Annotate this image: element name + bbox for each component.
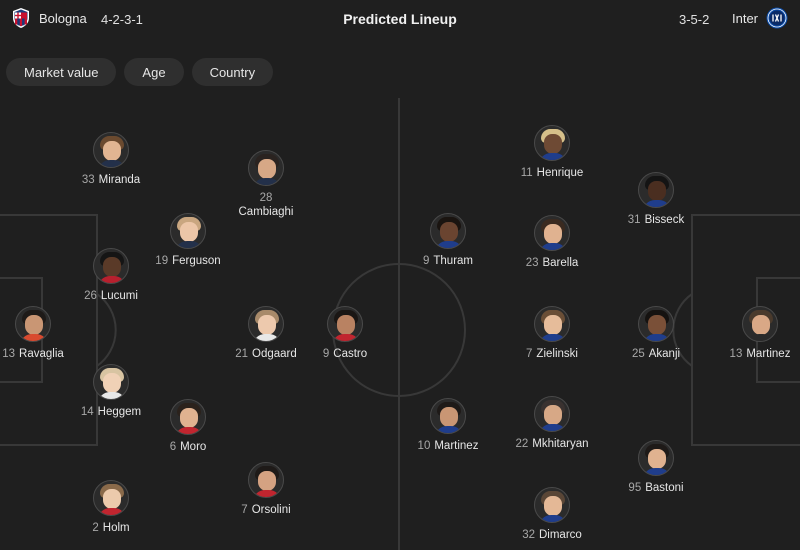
player-photo (534, 125, 570, 161)
player-orsolini[interactable]: 7 Orsolini (206, 462, 326, 517)
player-photo (15, 306, 51, 342)
player-thuram[interactable]: 9 Thuram (388, 213, 508, 268)
player-label: 95 Bastoni (628, 482, 684, 494)
away-team-name[interactable]: Inter (732, 11, 758, 26)
player-photo (430, 213, 466, 249)
player-label: 11 Henrique (520, 167, 584, 179)
player-photo (248, 306, 284, 342)
player-miranda[interactable]: 33 Miranda (51, 132, 171, 187)
player-label: 31 Bisseck (627, 214, 685, 226)
player-label: 7 Zielinski (526, 348, 578, 360)
player-label: 9 Thuram (422, 255, 474, 267)
player-label: 7 Orsolini (241, 504, 291, 516)
player-moro[interactable]: 6 Moro (128, 399, 248, 454)
player-label: 9 Castro (322, 348, 368, 360)
player-lucumi[interactable]: 26 Lucumi (51, 248, 171, 303)
player-photo (638, 172, 674, 208)
player-photo (638, 306, 674, 342)
player-photo (534, 396, 570, 432)
player-label: 13 Ravaglia (2, 348, 64, 360)
player-photo (534, 306, 570, 342)
player-photo (93, 480, 129, 516)
player-ravaglia[interactable]: 13 Ravaglia (0, 306, 93, 361)
market-value-chip[interactable]: Market value (6, 58, 117, 86)
player-label: 32 Dimarco (522, 529, 582, 541)
player-label: 26 Lucumi (84, 290, 138, 302)
player-label: 13 Martinez (729, 348, 791, 360)
player-photo (170, 399, 206, 435)
inter-crest-icon (766, 7, 788, 29)
player-holm[interactable]: 2 Holm (51, 480, 171, 535)
home-penalty-arc (96, 293, 117, 367)
filter-chip-bar: Market value Age Country (6, 58, 274, 86)
player-label: 2 Holm (92, 522, 130, 534)
player-photo (327, 306, 363, 342)
lineup-header: Bologna 4-2-3-1 Predicted Lineup 3-5-2 I… (0, 0, 800, 38)
player-photo (93, 364, 129, 400)
player-photo (430, 398, 466, 434)
player-photo (248, 462, 284, 498)
age-chip[interactable]: Age (124, 58, 184, 86)
player-label: 25 Akanji (631, 348, 681, 360)
player-martinez-gk[interactable]: 13 Martinez (700, 306, 800, 361)
player-martinez[interactable]: 10 Martinez (388, 398, 508, 453)
player-photo (638, 440, 674, 476)
player-mkhitaryan[interactable]: 22 Mkhitaryan (492, 396, 612, 451)
player-photo (534, 487, 570, 523)
player-akanji[interactable]: 25 Akanji (596, 306, 716, 361)
pitch: 33 Miranda 28 Cambiaghi 19 Ferguson 26 Lucum… (0, 98, 800, 550)
player-label: 33 Miranda (81, 174, 141, 186)
player-photo (534, 215, 570, 251)
player-dimarco[interactable]: 32 Dimarco (492, 487, 612, 542)
player-photo (93, 132, 129, 168)
away-formation: 3-5-2 (679, 12, 710, 27)
player-castro[interactable]: 9 Castro (285, 306, 405, 361)
player-photo (170, 213, 206, 249)
player-photo (248, 150, 284, 186)
player-label: 6 Moro (169, 441, 207, 453)
player-bastoni[interactable]: 95 Bastoni (596, 440, 716, 495)
away-team[interactable]: Inter (732, 7, 788, 29)
player-label: 22 Mkhitaryan (515, 438, 589, 450)
player-photo (742, 306, 778, 342)
country-chip[interactable]: Country (191, 58, 274, 86)
player-photo (93, 248, 129, 284)
player-cambiaghi[interactable]: 28 Cambiaghi (206, 150, 326, 219)
player-zielinski[interactable]: 7 Zielinski (492, 306, 612, 361)
player-label: 23 Barella (525, 257, 579, 269)
player-henrique[interactable]: 11 Henrique (492, 125, 612, 180)
player-label: 10 Martinez (417, 440, 479, 452)
player-bisseck[interactable]: 31 Bisseck (596, 172, 716, 227)
player-barella[interactable]: 23 Barella (492, 215, 612, 270)
